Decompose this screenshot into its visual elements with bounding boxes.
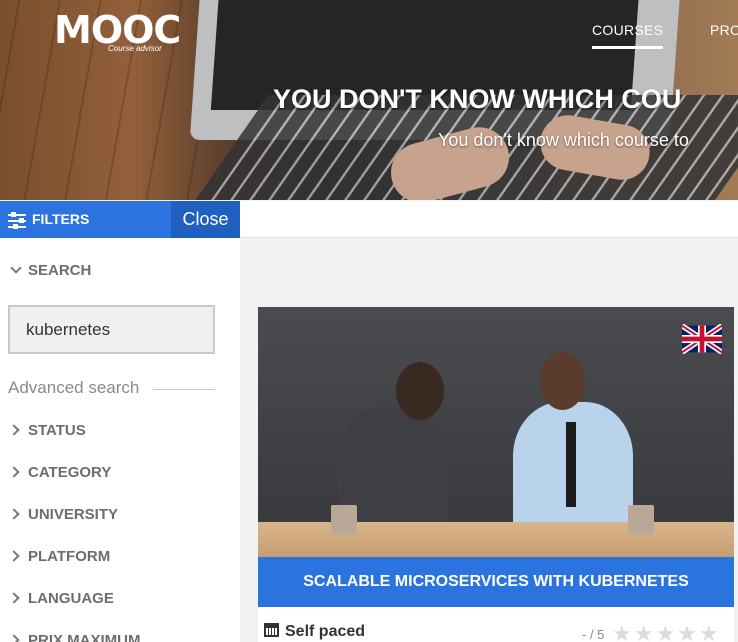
chevron-right-icon — [8, 466, 20, 478]
course-card[interactable]: SCALABLE MICROSERVICES WITH KUBERNETES S… — [258, 307, 734, 642]
filter-max-price[interactable]: PRIX MAXIMUM — [8, 632, 141, 642]
calendar-icon — [264, 623, 279, 637]
search-label: SEARCH — [28, 262, 92, 279]
chevron-right-icon — [8, 550, 20, 562]
course-pace: Self paced — [264, 623, 365, 641]
close-button[interactable]: Close — [171, 201, 240, 238]
sliders-icon — [8, 212, 26, 229]
search-section-toggle[interactable]: SEARCH — [8, 262, 91, 279]
course-title[interactable]: SCALABLE MICROSERVICES WITH KUBERNETES — [258, 557, 734, 607]
filter-category[interactable]: CATEGORY — [8, 464, 111, 481]
divider — [153, 389, 215, 390]
filters-title: FILTERS — [32, 211, 90, 227]
advanced-search-label: Advanced search — [8, 378, 140, 397]
person-left-head — [396, 362, 444, 420]
necktie — [566, 422, 576, 507]
uk-flag-icon — [682, 324, 722, 354]
person-right-head — [540, 352, 585, 410]
chevron-right-icon — [8, 424, 20, 436]
filter-status[interactable]: STATUS — [8, 422, 86, 439]
rating-stars: ★★★★★ — [612, 621, 721, 642]
hero-banner: MOOC Course advisor COURSES PRO YOU DON'… — [0, 0, 738, 200]
chevron-right-icon — [8, 592, 20, 604]
course-thumbnail[interactable]: SCALABLE MICROSERVICES WITH KUBERNETES — [258, 307, 734, 607]
mug-right — [628, 505, 654, 535]
results-toolbar — [240, 201, 738, 238]
hero-subtitle: You don't know which course to — [438, 130, 689, 150]
filter-language[interactable]: LANGUAGE — [8, 590, 114, 607]
filter-platform[interactable]: PLATFORM — [8, 548, 110, 565]
search-input[interactable] — [8, 305, 215, 354]
hero-title: YOU DON'T KNOW WHICH COU — [273, 84, 682, 114]
chevron-down-icon — [10, 262, 22, 274]
logo-subtitle: Course advisor — [108, 44, 162, 53]
course-meta: Self paced - / 5 ★★★★★ — [258, 607, 734, 642]
chevron-right-icon — [8, 508, 20, 520]
mug-left — [331, 505, 357, 535]
nav-courses[interactable]: COURSES — [592, 22, 664, 49]
nav-pro[interactable]: PRO — [710, 22, 738, 38]
chevron-right-icon — [8, 634, 20, 642]
table-surface — [258, 522, 734, 562]
filter-university[interactable]: UNIVERSITY — [8, 506, 118, 523]
filter-panel: FILTERS Close SEARCH Advanced search STA… — [0, 201, 240, 642]
filter-panel-header: FILTERS Close — [0, 201, 240, 238]
rating-value: - / 5 — [582, 627, 605, 642]
